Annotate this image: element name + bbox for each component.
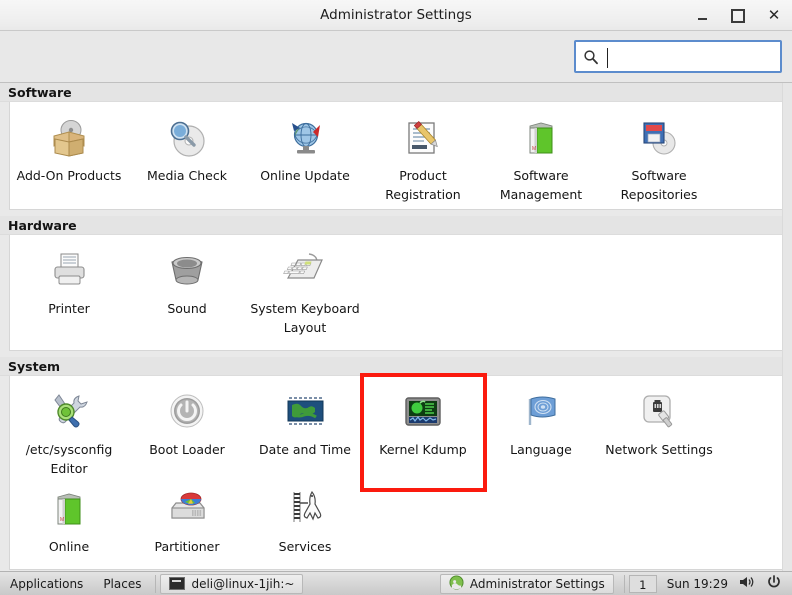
media-check-icon bbox=[163, 114, 211, 162]
svg-text:M: M bbox=[532, 146, 536, 152]
taskbar-window-administrator-settings[interactable]: Administrator Settings bbox=[439, 573, 614, 594]
tile-label: Partitioner bbox=[154, 538, 220, 554]
taskbar-window-label: deli@linux-1jih:~ bbox=[191, 576, 295, 591]
tile-label: Boot Loader bbox=[149, 441, 225, 457]
sysconfig-editor-icon bbox=[45, 388, 93, 436]
software-management-icon: M bbox=[517, 114, 565, 162]
tile-label: Product Registration bbox=[385, 168, 461, 203]
partitioner-icon bbox=[163, 485, 211, 533]
tile-label: Sound bbox=[167, 300, 207, 316]
tile-date-and-time[interactable]: Date and Time bbox=[246, 382, 364, 479]
tile-language[interactable]: Language bbox=[482, 382, 600, 479]
tile-label: Services bbox=[278, 538, 332, 554]
product-registration-icon bbox=[399, 114, 447, 162]
tile-label: Kernel Kdump bbox=[379, 441, 467, 457]
taskbar-clock[interactable]: Sun 19:29 bbox=[657, 577, 738, 591]
text-caret bbox=[607, 48, 608, 68]
tile-label: /etc/sysconfig Editor bbox=[25, 441, 113, 477]
workspace-switcher[interactable]: 1 bbox=[628, 574, 657, 593]
group-body-hardware: Printer Sound System Keyboard Layout bbox=[9, 234, 783, 351]
taskbar-window-terminal[interactable]: deli@linux-1jih:~ bbox=[160, 573, 304, 594]
search-icon bbox=[580, 46, 602, 68]
toolbar bbox=[0, 31, 792, 83]
date-time-icon bbox=[281, 388, 329, 436]
desktop-taskbar: Applications Places deli@linux-1jih:~ Ad… bbox=[0, 571, 792, 595]
tile-label: Software Management bbox=[499, 168, 583, 203]
language-icon bbox=[517, 388, 565, 436]
terminal-icon bbox=[169, 577, 186, 590]
tile-label: System Keyboard Layout bbox=[250, 300, 360, 336]
desktop-screen: Administrator Settings ✕ Software Add-On… bbox=[0, 0, 792, 595]
tile-label: Language bbox=[510, 441, 572, 457]
group-software: Software Add-On Products Media Check Onl… bbox=[0, 83, 792, 210]
tile-online-update[interactable]: Online Update bbox=[246, 108, 364, 205]
taskbar-places-menu[interactable]: Places bbox=[93, 573, 151, 595]
tile-etc-sysconfig-editor[interactable]: /etc/sysconfig Editor bbox=[10, 382, 128, 479]
tile-system-keyboard-layout[interactable]: System Keyboard Layout bbox=[246, 241, 364, 338]
tile-media-check[interactable]: Media Check bbox=[128, 108, 246, 205]
tile-label: Network Settings bbox=[605, 441, 713, 457]
tile-label: Add-On Products bbox=[16, 168, 122, 183]
keyboard-icon bbox=[281, 247, 329, 295]
taskbar-applications-menu[interactable]: Applications bbox=[0, 573, 93, 595]
printer-icon bbox=[45, 247, 93, 295]
tile-kernel-kdump[interactable]: Kernel Kdump bbox=[364, 382, 482, 479]
online-icon: M bbox=[45, 485, 93, 533]
sound-icon bbox=[163, 247, 211, 295]
network-settings-icon bbox=[635, 388, 683, 436]
tile-boot-loader[interactable]: Boot Loader bbox=[128, 382, 246, 479]
tile-software-repositories[interactable]: Software Repositories bbox=[600, 108, 718, 205]
minimize-button[interactable] bbox=[692, 6, 712, 26]
tile-network-settings[interactable]: Network Settings bbox=[600, 382, 718, 479]
group-body-software: Add-On Products Media Check Online Updat… bbox=[9, 102, 783, 210]
taskbar-window-label: Administrator Settings bbox=[469, 576, 605, 591]
settings-content: Software Add-On Products Media Check Onl… bbox=[0, 83, 792, 571]
group-header-system: System bbox=[0, 356, 792, 376]
group-system: System /etc/sysconfig Editor Boot Loader… bbox=[0, 356, 792, 570]
window-titlebar: Administrator Settings ✕ bbox=[0, 0, 792, 31]
group-header-hardware: Hardware bbox=[0, 215, 792, 235]
tile-label: Media Check bbox=[147, 168, 227, 183]
tile-label: Online bbox=[48, 538, 90, 554]
maximize-button[interactable] bbox=[728, 6, 748, 26]
tile-printer[interactable]: Printer bbox=[10, 241, 128, 338]
close-button[interactable]: ✕ bbox=[764, 6, 784, 26]
taskbar-separator bbox=[155, 574, 157, 593]
svg-text:M: M bbox=[60, 517, 64, 523]
tile-services[interactable]: Services bbox=[246, 479, 364, 565]
tile-online[interactable]: M Online bbox=[10, 479, 128, 565]
search-input[interactable] bbox=[602, 43, 776, 70]
window-title: Administrator Settings bbox=[320, 7, 472, 23]
kernel-kdump-icon bbox=[399, 388, 447, 436]
tile-partitioner[interactable]: Partitioner bbox=[128, 479, 246, 565]
volume-icon[interactable] bbox=[738, 574, 754, 593]
window-controls: ✕ bbox=[692, 0, 784, 31]
tile-label: Date and Time bbox=[259, 441, 351, 457]
tile-sound[interactable]: Sound bbox=[128, 241, 246, 338]
tile-label: Printer bbox=[48, 300, 90, 316]
group-header-software: Software bbox=[0, 83, 792, 102]
taskbar-tray bbox=[738, 574, 792, 593]
tile-label: Online Update bbox=[260, 168, 350, 183]
addon-products-icon bbox=[45, 114, 93, 162]
vertical-scrollbar[interactable] bbox=[782, 83, 792, 571]
online-update-icon bbox=[281, 114, 329, 162]
tile-product-registration[interactable]: Product Registration bbox=[364, 108, 482, 205]
tile-label: Software Repositories bbox=[620, 168, 698, 203]
taskbar-separator bbox=[623, 574, 625, 593]
tile-software-management[interactable]: M Software Management bbox=[482, 108, 600, 205]
software-repositories-icon bbox=[635, 114, 683, 162]
group-hardware: Hardware Printer Sound System Keyboard L… bbox=[0, 215, 792, 351]
power-icon[interactable] bbox=[766, 574, 782, 593]
services-icon bbox=[281, 485, 329, 533]
boot-loader-icon bbox=[163, 388, 211, 436]
yast-icon bbox=[449, 574, 464, 593]
search-box[interactable] bbox=[574, 40, 782, 73]
group-body-system: /etc/sysconfig Editor Boot Loader Date a… bbox=[9, 375, 783, 570]
tile-add-on-products[interactable]: Add-On Products bbox=[10, 108, 128, 205]
